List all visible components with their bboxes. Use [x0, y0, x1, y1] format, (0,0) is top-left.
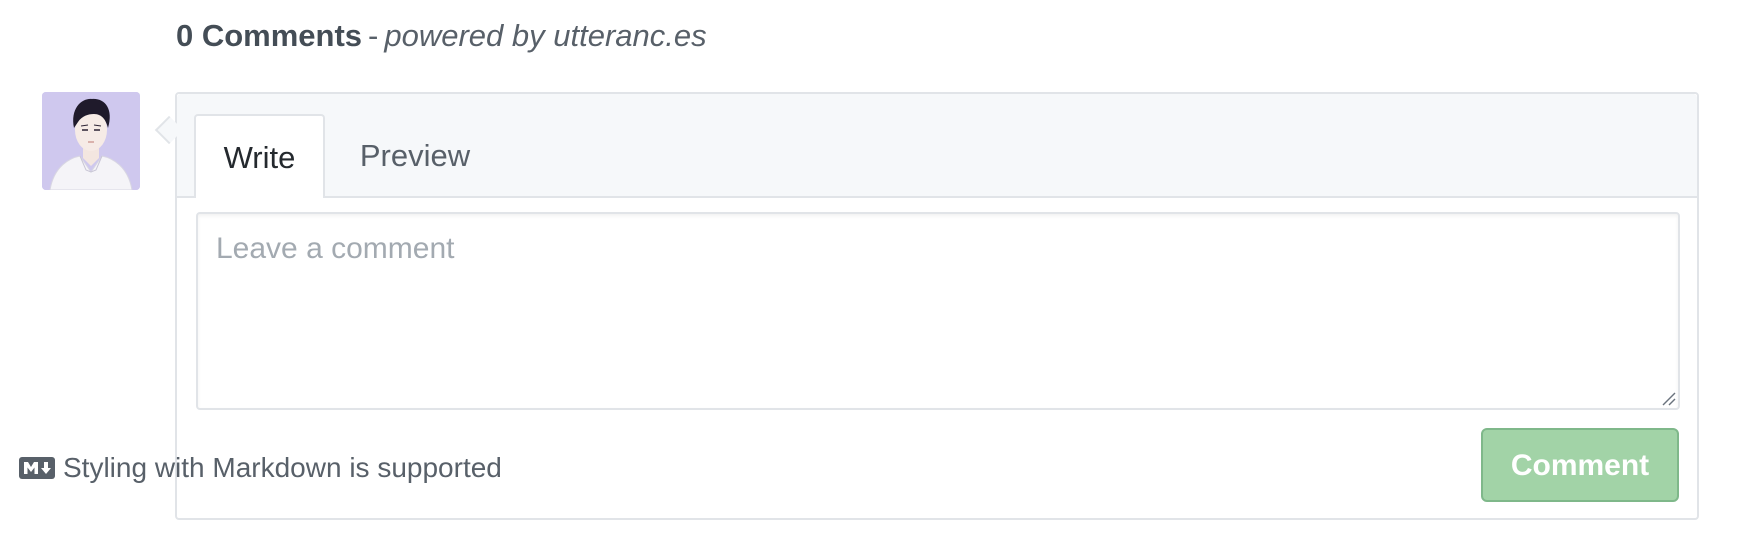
header-separator: -	[368, 18, 379, 53]
avatar[interactable]	[42, 92, 140, 190]
comment-button[interactable]: Comment	[1481, 428, 1679, 502]
comment-textarea[interactable]	[196, 212, 1680, 410]
tab-preview[interactable]: Preview	[335, 114, 495, 198]
resize-handle-icon[interactable]	[1660, 390, 1676, 406]
markdown-icon	[19, 457, 55, 479]
markdown-note-label: Styling with Markdown is supported	[63, 452, 502, 483]
powered-by-label: powered by utteranc.es	[384, 18, 707, 53]
editor-tabs: Write Preview	[177, 94, 1697, 198]
comment-textarea-wrapper	[196, 212, 1680, 410]
user-avatar-icon	[42, 92, 140, 190]
tab-write[interactable]: Write	[194, 114, 325, 198]
comments-header: 0 Comments - powered by utteranc.es	[176, 14, 707, 58]
comment-count: 0 Comments	[176, 18, 363, 53]
markdown-note[interactable]: Styling with Markdown is supported	[19, 448, 502, 488]
